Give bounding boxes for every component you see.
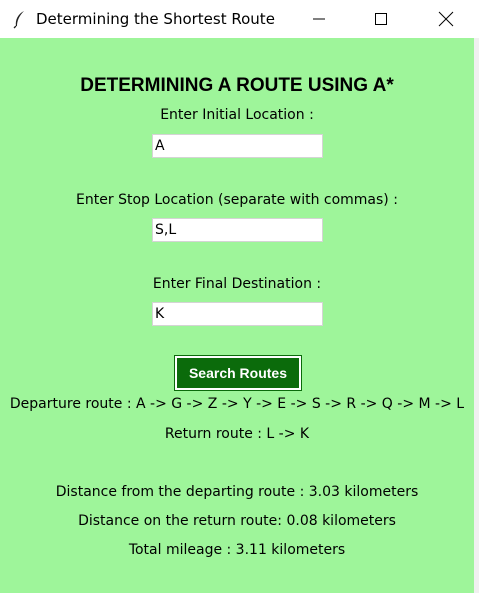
initial-location-label: Enter Initial Location : <box>160 107 314 123</box>
return-route-text: Return route : L -> K <box>164 426 310 442</box>
title-bar: Determining the Shortest Route <box>0 0 479 38</box>
initial-location-input[interactable] <box>152 134 323 158</box>
return-distance-text: Distance on the return route: 0.08 kilom… <box>78 513 396 529</box>
stop-location-input[interactable] <box>152 218 323 242</box>
window-border <box>474 38 479 593</box>
minimize-button[interactable] <box>295 0 343 38</box>
minimize-icon <box>313 18 325 20</box>
close-button[interactable] <box>422 0 470 38</box>
feather-icon <box>13 11 24 29</box>
departure-distance-text: Distance from the departing route : 3.03… <box>55 484 419 500</box>
main-panel: DETERMINING A ROUTE USING A* Enter Initi… <box>0 38 474 593</box>
total-mileage-text: Total mileage : 3.11 kilometers <box>128 542 346 558</box>
stop-location-label: Enter Stop Location (separate with comma… <box>76 192 398 208</box>
maximize-icon <box>375 13 387 25</box>
page-heading: DETERMINING A ROUTE USING A* <box>80 75 394 96</box>
departure-route-text: Departure route : A -> G -> Z -> Y -> E … <box>9 396 465 412</box>
maximize-button[interactable] <box>357 0 405 38</box>
final-destination-input[interactable] <box>152 302 323 326</box>
search-routes-button[interactable]: Search Routes <box>174 355 302 391</box>
close-icon <box>438 11 454 27</box>
window-title: Determining the Shortest Route <box>36 10 275 28</box>
final-destination-label: Enter Final Destination : <box>152 276 322 292</box>
